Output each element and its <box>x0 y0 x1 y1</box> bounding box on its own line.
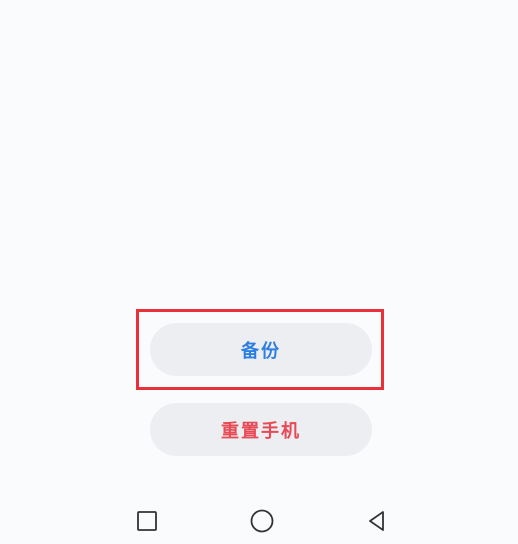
square-recent-icon <box>137 511 157 531</box>
circle-home-icon <box>250 509 274 533</box>
back-button[interactable] <box>364 508 390 534</box>
recent-apps-button[interactable] <box>134 508 160 534</box>
home-button[interactable] <box>249 508 275 534</box>
system-navigation-bar <box>0 495 518 544</box>
triangle-back-icon <box>369 511 384 531</box>
backup-button[interactable]: 备份 <box>150 323 372 376</box>
reset-phone-button[interactable]: 重置手机 <box>150 403 372 456</box>
screen: 备份 重置手机 <box>0 0 518 544</box>
